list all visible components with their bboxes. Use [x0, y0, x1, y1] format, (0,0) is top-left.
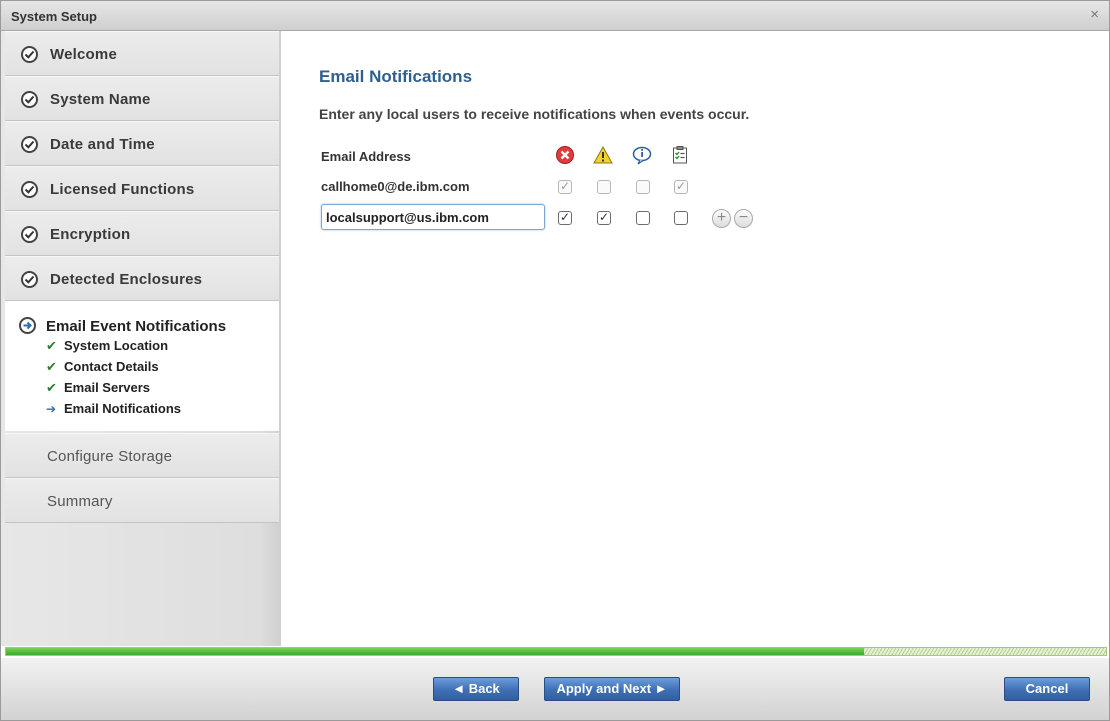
step-system-name[interactable]: System Name	[5, 76, 279, 121]
step-label: Encryption	[50, 226, 131, 243]
info-checkbox[interactable]	[636, 211, 650, 225]
substep-system-location[interactable]: ✔ System Location	[46, 338, 168, 354]
wizard-sidebar: Welcome System Name Date and Time Licens…	[1, 31, 281, 646]
email-address-text: callhome0@de.ibm.com	[321, 179, 470, 194]
check-circle-icon	[21, 271, 38, 288]
step-email-event-notifications[interactable]: Email Event Notifications ✔ System Locati…	[5, 301, 279, 431]
step-licensed-functions[interactable]: Licensed Functions	[5, 166, 279, 211]
remove-row-icon[interactable]: −	[734, 209, 753, 228]
page-description: Enter any local users to receive notific…	[319, 106, 750, 122]
step-label: Summary	[47, 493, 113, 510]
step-welcome[interactable]: Welcome	[5, 31, 279, 76]
step-configure-storage: Configure Storage	[5, 433, 279, 478]
email-address-column-header: Email Address	[321, 149, 411, 164]
checkmark-icon: ✔	[46, 359, 57, 374]
error-checkbox	[558, 179, 572, 194]
title-bar: System Setup ×	[1, 1, 1109, 31]
progress-fill	[6, 648, 864, 655]
step-label: System Name	[50, 91, 151, 108]
step-label: Configure Storage	[47, 448, 173, 465]
warning-checkbox[interactable]	[597, 210, 611, 225]
step-date-and-time[interactable]: Date and Time	[5, 121, 279, 166]
inventory-checkbox	[674, 179, 688, 194]
step-label: Welcome	[50, 46, 117, 63]
warning-icon	[593, 145, 613, 164]
step-encryption[interactable]: Encryption	[5, 211, 279, 256]
page-title: Email Notifications	[319, 67, 473, 86]
email-address-input[interactable]	[321, 204, 545, 230]
check-circle-icon	[21, 46, 38, 63]
substep-contact-details[interactable]: ✔ Contact Details	[46, 359, 159, 375]
checkmark-icon: ✔	[46, 338, 57, 353]
apply-and-next-button[interactable]: Apply and Next ►	[544, 677, 680, 701]
substep-email-notifications[interactable]: ➔ Email Notifications	[46, 401, 181, 416]
step-label: Detected Enclosures	[50, 271, 203, 288]
step-label: Date and Time	[50, 136, 155, 153]
dialog-title: System Setup	[11, 9, 97, 24]
error-checkbox[interactable]	[558, 210, 572, 225]
error-icon	[556, 146, 574, 164]
inventory-icon	[673, 146, 687, 164]
step-detected-enclosures[interactable]: Detected Enclosures	[5, 256, 279, 301]
warning-checkbox	[597, 180, 611, 194]
info-icon	[632, 146, 652, 165]
check-circle-icon	[21, 226, 38, 243]
arrow-right-icon: ➔	[46, 402, 57, 416]
arrow-circle-icon	[19, 317, 36, 334]
substep-email-servers[interactable]: ✔ Email Servers	[46, 380, 150, 396]
step-label: Licensed Functions	[50, 181, 195, 198]
wizard-progress-bar	[5, 647, 1107, 656]
inventory-checkbox[interactable]	[674, 211, 688, 225]
info-checkbox	[636, 180, 650, 194]
cancel-button[interactable]: Cancel	[1004, 677, 1090, 701]
system-setup-dialog: System Setup × Welcome System Name Date …	[0, 0, 1110, 721]
wizard-footer: ◄ Back Apply and Next ► Cancel	[1, 658, 1109, 720]
checkmark-icon: ✔	[46, 380, 57, 395]
check-circle-icon	[21, 91, 38, 108]
main-panel: Email Notifications Enter any local user…	[281, 31, 1109, 646]
close-icon[interactable]: ×	[1090, 6, 1099, 23]
check-circle-icon	[21, 136, 38, 153]
add-row-icon[interactable]: +	[712, 209, 731, 228]
step-label: Email Event Notifications	[46, 318, 227, 335]
back-button[interactable]: ◄ Back	[433, 677, 519, 701]
step-summary: Summary	[5, 478, 279, 523]
check-circle-icon	[21, 181, 38, 198]
